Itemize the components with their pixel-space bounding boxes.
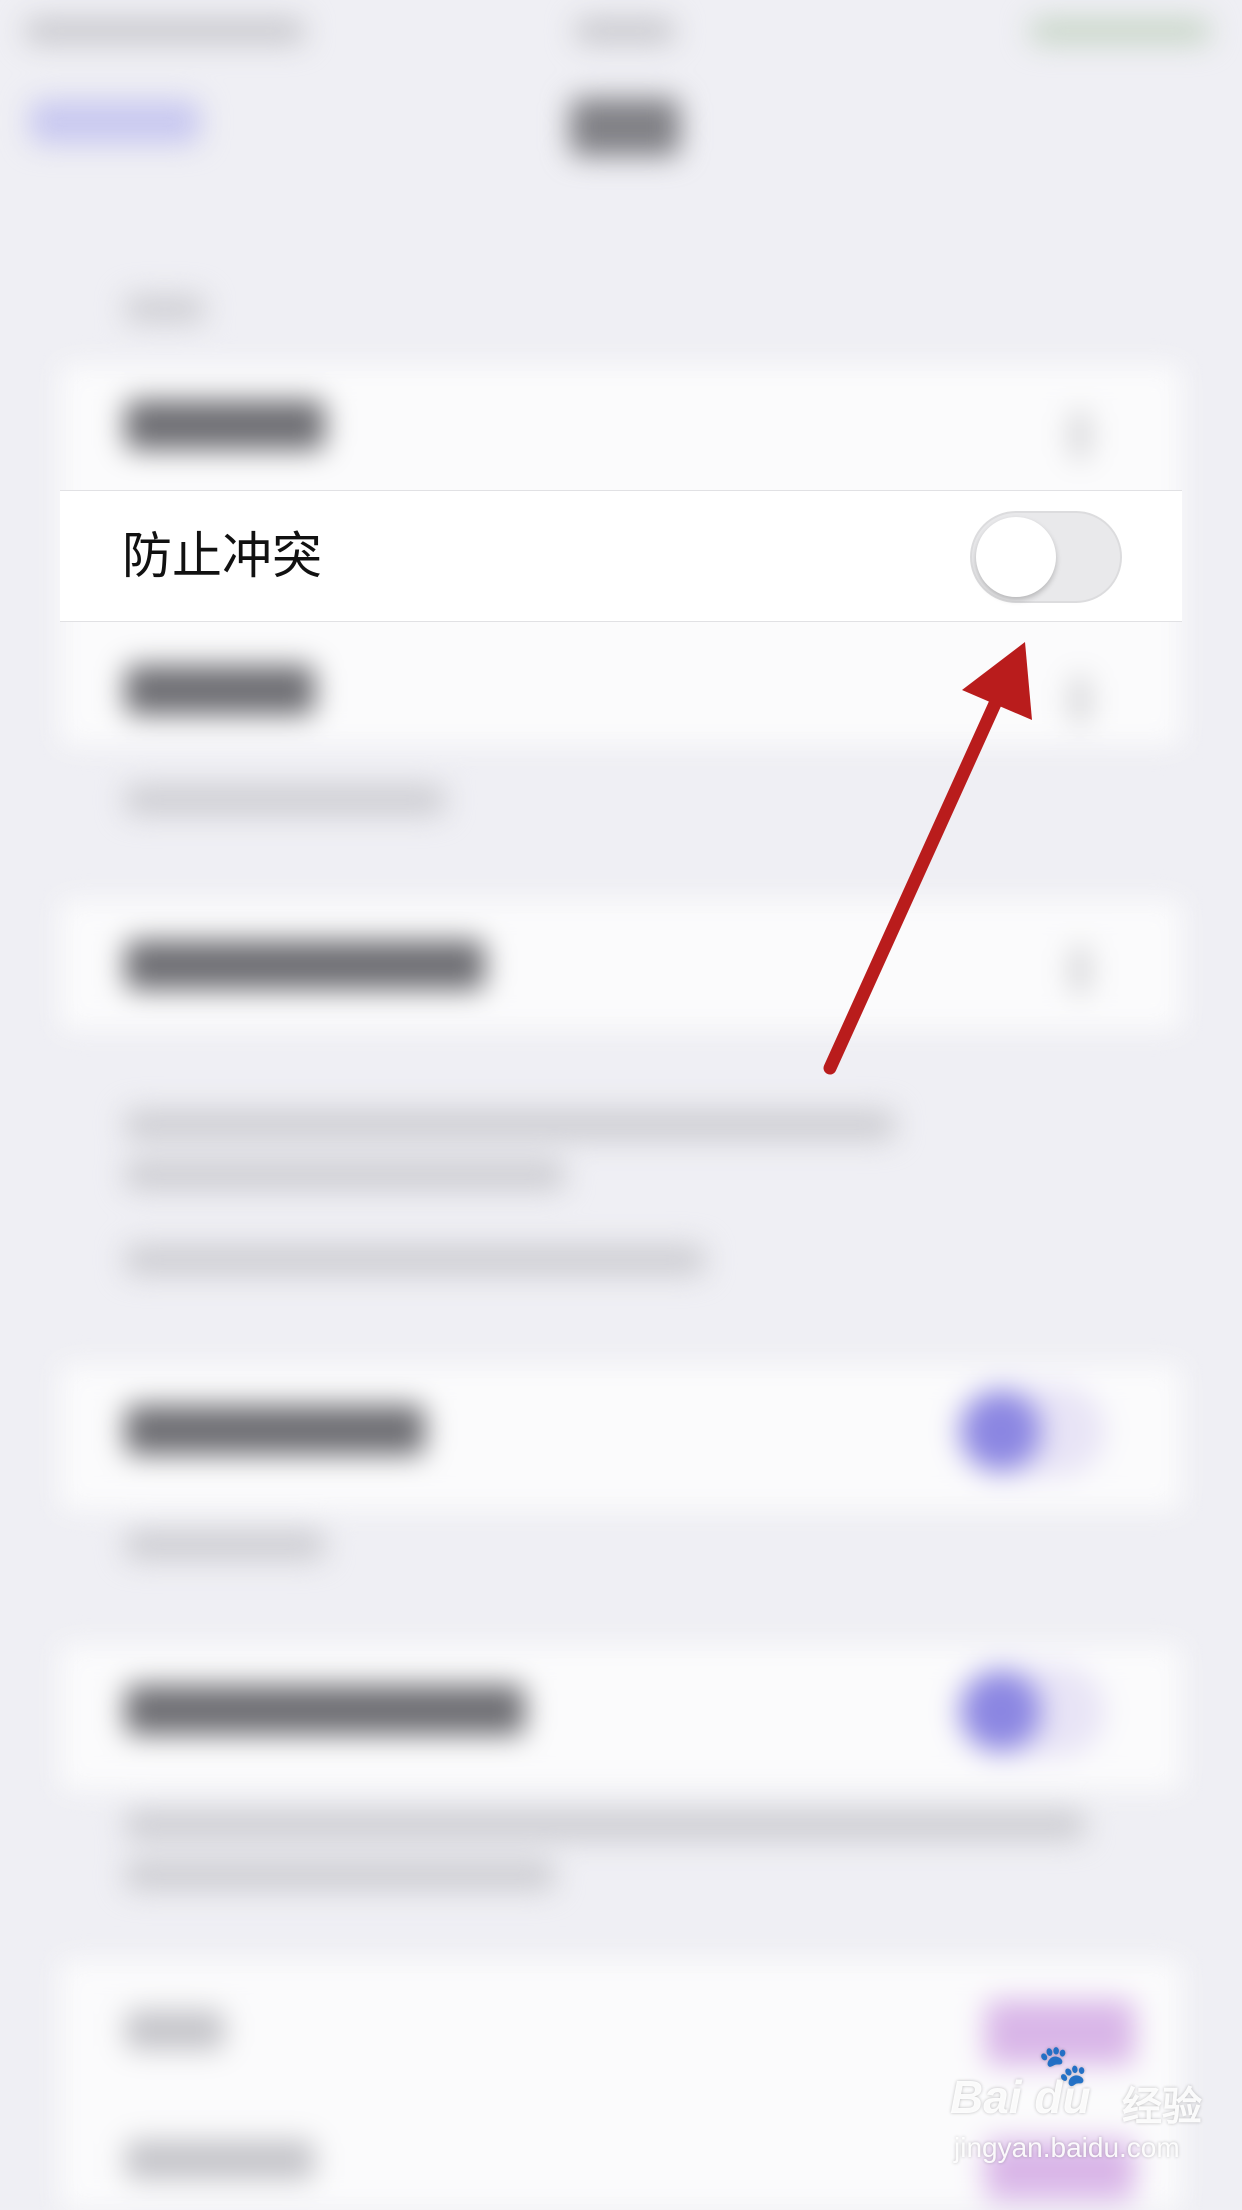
setting-label-7 bbox=[125, 2010, 225, 2050]
baidu-jingyan-watermark: Bai du 🐾 经验 jingyan.baidu.com bbox=[950, 2043, 1220, 2190]
status-bar-right bbox=[1030, 18, 1210, 44]
status-bar-left bbox=[25, 18, 305, 44]
setting-label: 防止冲突 bbox=[122, 527, 322, 585]
watermark-url: jingyan.baidu.com bbox=[954, 2132, 1180, 2163]
setting-label-6 bbox=[125, 1685, 525, 1735]
toggle-switch[interactable] bbox=[955, 1385, 1105, 1477]
chevron-icon bbox=[1070, 675, 1090, 725]
paw-icon: 🐾 bbox=[1038, 2043, 1088, 2089]
toggle-knob bbox=[976, 517, 1056, 597]
description-line bbox=[125, 1860, 555, 1890]
blurred-background bbox=[0, 0, 1242, 2210]
description-line bbox=[125, 1160, 565, 1190]
chevron-icon bbox=[1070, 945, 1090, 995]
setting-label-5 bbox=[125, 1405, 425, 1455]
setting-row-prevent-conflict: 防止冲突 bbox=[60, 490, 1182, 622]
watermark-cn: 经验 bbox=[1122, 2084, 1202, 2130]
description-line bbox=[125, 1245, 705, 1275]
footnote bbox=[125, 785, 445, 815]
setting-label-3 bbox=[125, 665, 315, 715]
description-line bbox=[125, 1810, 1085, 1840]
page-title bbox=[570, 98, 680, 156]
section-header bbox=[125, 295, 205, 323]
setting-label-1 bbox=[125, 400, 325, 450]
chevron-icon bbox=[1070, 410, 1090, 460]
setting-label-4 bbox=[125, 940, 485, 990]
description-line bbox=[125, 1110, 895, 1140]
footnote bbox=[125, 1530, 325, 1560]
setting-label-8 bbox=[125, 2140, 315, 2180]
back-button[interactable] bbox=[30, 100, 200, 144]
prevent-conflict-toggle[interactable] bbox=[970, 511, 1122, 603]
status-bar-center bbox=[575, 18, 675, 44]
toggle-switch[interactable] bbox=[955, 1665, 1105, 1757]
